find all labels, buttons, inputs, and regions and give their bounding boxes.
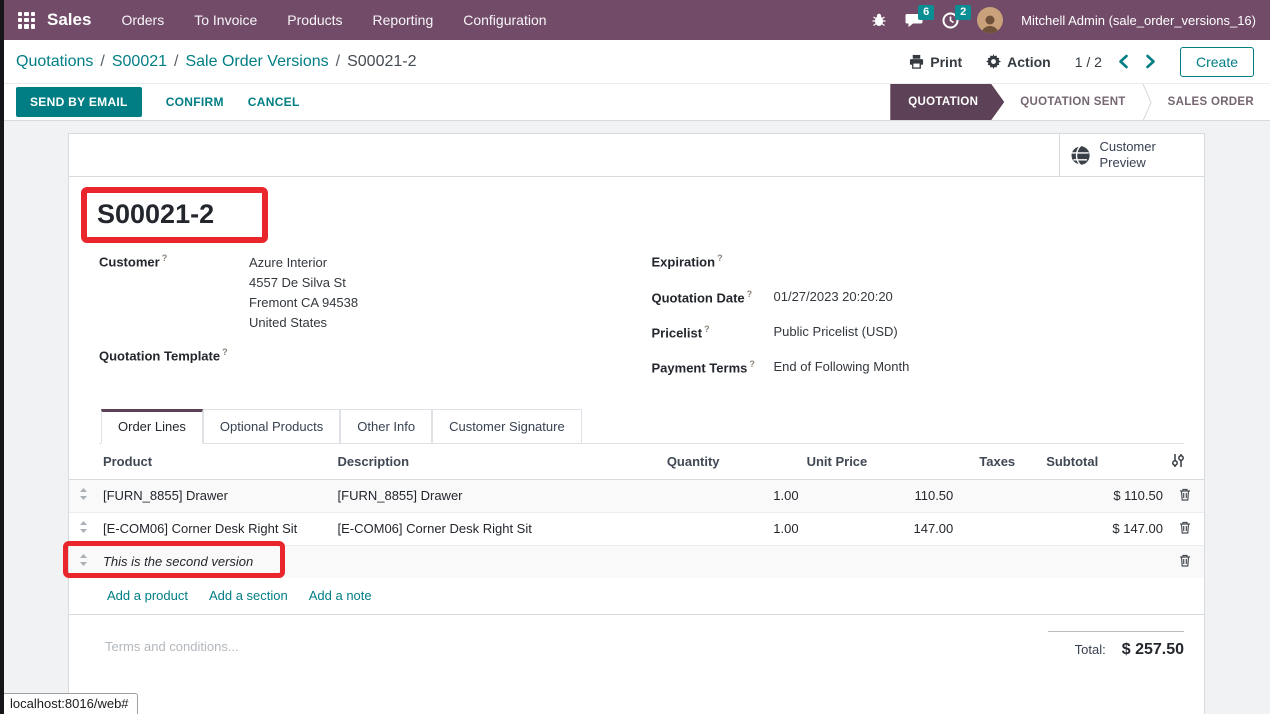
activities-count-badge: 2 bbox=[955, 4, 972, 20]
stage-separator-icon bbox=[1142, 83, 1152, 121]
menu-orders[interactable]: Orders bbox=[121, 12, 164, 28]
col-quantity[interactable]: Quantity bbox=[662, 443, 803, 480]
messages-icon[interactable]: 6 bbox=[905, 4, 935, 29]
pager-previous-icon[interactable] bbox=[1118, 54, 1129, 69]
tab-optional-products[interactable]: Optional Products bbox=[202, 408, 341, 444]
gear-icon bbox=[986, 54, 1002, 69]
messages-count-badge: 6 bbox=[918, 4, 935, 20]
create-button[interactable]: Create bbox=[1179, 46, 1254, 77]
statusbar: SEND BY EMAIL CONFIRM CANCEL QUOTATION Q… bbox=[0, 83, 1270, 121]
payment-terms-label: Payment Terms? bbox=[651, 359, 755, 376]
drag-handle-icon[interactable] bbox=[79, 554, 88, 567]
optional-columns-icon[interactable] bbox=[1171, 453, 1185, 470]
note-text[interactable]: This is the second version bbox=[103, 554, 253, 569]
confirm-button[interactable]: CONFIRM bbox=[166, 95, 224, 109]
table-row[interactable]: [E-COM06] Corner Desk Right Sit [E-COM06… bbox=[69, 512, 1204, 545]
col-taxes[interactable]: Taxes bbox=[957, 443, 1043, 480]
stage-quotation-sent[interactable]: QUOTATION SENT bbox=[1004, 84, 1141, 120]
debug-bug-icon[interactable] bbox=[871, 12, 887, 28]
totals-block: Total: $ 257.50 bbox=[1048, 630, 1184, 659]
main-menu: Orders To Invoice Products Reporting Con… bbox=[121, 12, 546, 28]
pricelist-label: Pricelist? bbox=[651, 324, 710, 341]
action-button[interactable]: Action bbox=[986, 54, 1051, 70]
customer-value[interactable]: Azure Interior 4557 De Silva St Fremont … bbox=[249, 253, 358, 333]
payment-terms-value[interactable]: End of Following Month bbox=[774, 359, 910, 375]
notebook-tabs: Order Lines Optional Products Other Info… bbox=[99, 408, 1184, 444]
quotation-date-value[interactable]: 01/27/2023 20:20:20 bbox=[774, 289, 893, 305]
document-title[interactable]: S00021-2 bbox=[97, 198, 214, 230]
table-header-row: Product Description Quantity Unit Price … bbox=[69, 443, 1204, 480]
breadcrumb-quotations[interactable]: Quotations bbox=[16, 53, 93, 71]
customer-preview-button[interactable]: Customer Preview bbox=[1059, 134, 1204, 176]
add-a-product-link[interactable]: Add a product bbox=[107, 588, 188, 603]
total-label: Total: bbox=[1074, 641, 1106, 657]
stage-sales-order[interactable]: SALES ORDER bbox=[1152, 84, 1270, 120]
menu-reporting[interactable]: Reporting bbox=[373, 12, 434, 28]
browser-status-tooltip: localhost:8016/web# bbox=[4, 693, 138, 714]
breadcrumb-current: S00021-2 bbox=[347, 52, 417, 70]
send-by-email-button[interactable]: SEND BY EMAIL bbox=[16, 87, 142, 117]
top-navbar: Sales Orders To Invoice Products Reporti… bbox=[0, 0, 1270, 40]
add-a-section-link[interactable]: Add a section bbox=[209, 588, 288, 603]
stage-quotation[interactable]: QUOTATION bbox=[890, 84, 1004, 120]
screen-edge-strip bbox=[0, 0, 4, 714]
table-row[interactable]: [FURN_8855] Drawer [FURN_8855] Drawer 1.… bbox=[69, 479, 1204, 513]
quotation-template-label: Quotation Template? bbox=[99, 347, 228, 364]
breadcrumb-sale-order-versions[interactable]: Sale Order Versions bbox=[185, 53, 328, 71]
breadcrumb: Quotations / S00021 / Sale Order Version… bbox=[16, 52, 417, 71]
tab-order-lines[interactable]: Order Lines bbox=[101, 408, 203, 444]
expiration-label: Expiration? bbox=[651, 253, 723, 270]
print-button[interactable]: Print bbox=[909, 54, 962, 70]
title-annotation-box: S00021-2 bbox=[81, 187, 269, 244]
delete-row-icon[interactable] bbox=[1179, 488, 1191, 501]
customer-label: Customer? bbox=[99, 253, 168, 270]
content-area: Customer Preview S00021-2 Customer? Azur… bbox=[0, 121, 1270, 714]
app-brand[interactable]: Sales bbox=[47, 10, 91, 30]
customer-preview-label: Customer Preview bbox=[1099, 139, 1156, 170]
col-description[interactable]: Description bbox=[333, 443, 663, 480]
total-value: $ 257.50 bbox=[1121, 640, 1184, 658]
menu-configuration[interactable]: Configuration bbox=[463, 12, 546, 28]
add-line-links: Add a product Add a section Add a note bbox=[69, 578, 1204, 615]
apps-grid-icon[interactable] bbox=[18, 11, 35, 29]
user-avatar[interactable] bbox=[977, 7, 1004, 33]
menu-to-invoice[interactable]: To Invoice bbox=[194, 12, 257, 28]
pricelist-value[interactable]: Public Pricelist (USD) bbox=[774, 324, 898, 340]
pager-next-icon[interactable] bbox=[1145, 54, 1156, 69]
order-lines-table: Product Description Quantity Unit Price … bbox=[62, 443, 1204, 578]
printer-icon bbox=[910, 54, 924, 69]
form-sheet: Customer Preview S00021-2 Customer? Azur… bbox=[62, 133, 1205, 714]
tab-customer-signature[interactable]: Customer Signature bbox=[432, 408, 582, 444]
delete-row-icon[interactable] bbox=[1179, 521, 1191, 534]
pager-count: 1 / 2 bbox=[1074, 53, 1102, 70]
stage-selector: QUOTATION QUOTATION SENT SALES ORDER bbox=[890, 83, 1270, 121]
tab-other-info[interactable]: Other Info bbox=[340, 408, 433, 444]
user-menu[interactable]: Mitchell Admin (sale_order_versions_16) bbox=[1021, 13, 1256, 28]
col-subtotal[interactable]: Subtotal bbox=[1042, 443, 1167, 480]
breadcrumb-s00021[interactable]: S00021 bbox=[112, 53, 167, 71]
terms-placeholder[interactable]: Terms and conditions... bbox=[105, 639, 239, 659]
add-a-note-link[interactable]: Add a note bbox=[309, 588, 372, 603]
pager: 1 / 2 bbox=[1075, 54, 1156, 70]
cancel-button[interactable]: CANCEL bbox=[248, 95, 300, 109]
activities-clock-icon[interactable]: 2 bbox=[942, 4, 972, 29]
sheet-header: Customer Preview bbox=[69, 134, 1204, 177]
delete-row-icon[interactable] bbox=[1179, 554, 1191, 567]
drag-handle-icon[interactable] bbox=[79, 488, 88, 501]
col-unit-price[interactable]: Unit Price bbox=[802, 443, 958, 480]
globe-icon bbox=[1070, 144, 1090, 166]
note-row[interactable]: This is the second version bbox=[62, 540, 1204, 578]
control-panel: Quotations / S00021 / Sale Order Version… bbox=[0, 40, 1270, 84]
col-product[interactable]: Product bbox=[98, 443, 334, 480]
drag-handle-icon[interactable] bbox=[79, 521, 88, 534]
quotation-date-label: Quotation Date? bbox=[651, 288, 753, 306]
menu-products[interactable]: Products bbox=[287, 12, 342, 28]
